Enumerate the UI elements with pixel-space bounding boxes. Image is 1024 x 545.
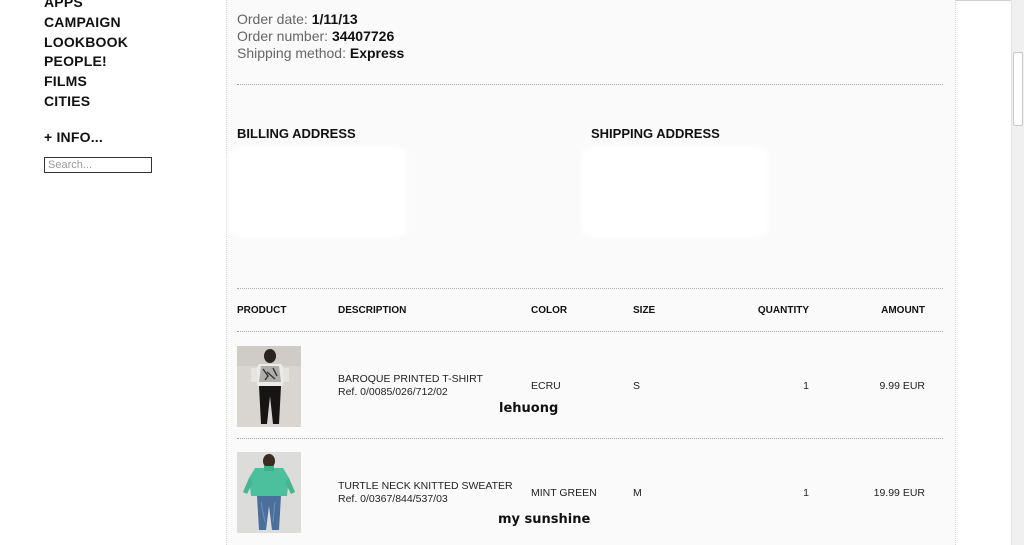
- column-header-product: PRODUCT: [237, 305, 287, 316]
- shipping-method: Shipping method: Express: [237, 45, 404, 61]
- divider: [237, 438, 943, 439]
- sidebar: APPS CAMPAIGN LOOKBOOK PEOPLE! FILMS CIT…: [0, 0, 226, 545]
- billing-address-redacted: [233, 150, 403, 234]
- order-number-label: Order number:: [237, 28, 329, 44]
- order-number: Order number: 34407726: [237, 28, 394, 44]
- shipping-method-label: Shipping method:: [237, 45, 346, 61]
- column-header-quantity: QUANTITY: [757, 305, 809, 316]
- order-number-value: 34407726: [331, 28, 395, 44]
- column-header-amount: AMOUNT: [881, 305, 925, 316]
- nav-item-info[interactable]: + INFO...: [44, 129, 103, 145]
- nav-item-films[interactable]: FILMS: [44, 73, 87, 89]
- product-name: TURTLE NECK KNITTED SWEATER: [338, 480, 513, 492]
- product-quantity: 1: [803, 380, 809, 392]
- billing-address-title: BILLING ADDRESS: [237, 126, 356, 141]
- order-date-value: 1/11/13: [311, 11, 358, 27]
- scrollbar-thumb[interactable]: [1013, 52, 1023, 126]
- product-quantity: 1: [803, 487, 809, 499]
- divider: [237, 331, 943, 332]
- product-amount: 19.99 EUR: [873, 487, 925, 499]
- nav-item-people[interactable]: PEOPLE!: [44, 53, 107, 69]
- shipping-method-value: Express: [349, 45, 405, 61]
- order-date: Order date: 1/11/13: [237, 11, 358, 27]
- product-image[interactable]: [237, 452, 301, 533]
- nav-item-cities[interactable]: CITIES: [44, 93, 90, 109]
- product-ref: Ref. 0/0085/026/712/02: [338, 386, 448, 398]
- order-details-panel: Order date: 1/11/13 Order number: 344077…: [226, 0, 956, 545]
- nav-item-campaign[interactable]: CAMPAIGN: [44, 14, 121, 30]
- divider: [237, 288, 943, 289]
- product-photo-turtleneck-sweater-icon: [237, 452, 301, 533]
- product-name: BAROQUE PRINTED T-SHIRT: [338, 373, 483, 385]
- vertical-scrollbar[interactable]: [1011, 0, 1024, 545]
- product-amount: 9.99 EUR: [879, 380, 925, 392]
- product-size: S: [633, 380, 641, 392]
- shipping-address-title: SHIPPING ADDRESS: [591, 126, 720, 141]
- divider: [237, 84, 943, 85]
- order-date-label: Order date:: [237, 11, 308, 27]
- product-color: MINT GREEN: [531, 487, 597, 499]
- product-size: M: [633, 487, 642, 499]
- product-color: ECRU: [531, 380, 561, 392]
- search-input[interactable]: [44, 157, 152, 173]
- column-header-color: COLOR: [531, 305, 568, 316]
- nav-item-apps[interactable]: APPS: [44, 0, 83, 10]
- nav-item-lookbook[interactable]: LOOKBOOK: [44, 34, 128, 50]
- image-caption: my sunshine: [498, 512, 591, 527]
- image-caption: lehuong: [499, 401, 559, 416]
- shipping-address-redacted: [585, 150, 765, 234]
- product-ref: Ref. 0/0367/844/537/03: [338, 493, 448, 505]
- product-image[interactable]: [237, 346, 301, 427]
- column-header-size: SIZE: [633, 305, 656, 316]
- column-header-description: DESCRIPTION: [338, 305, 407, 316]
- product-photo-baroque-tshirt-icon: [237, 346, 301, 427]
